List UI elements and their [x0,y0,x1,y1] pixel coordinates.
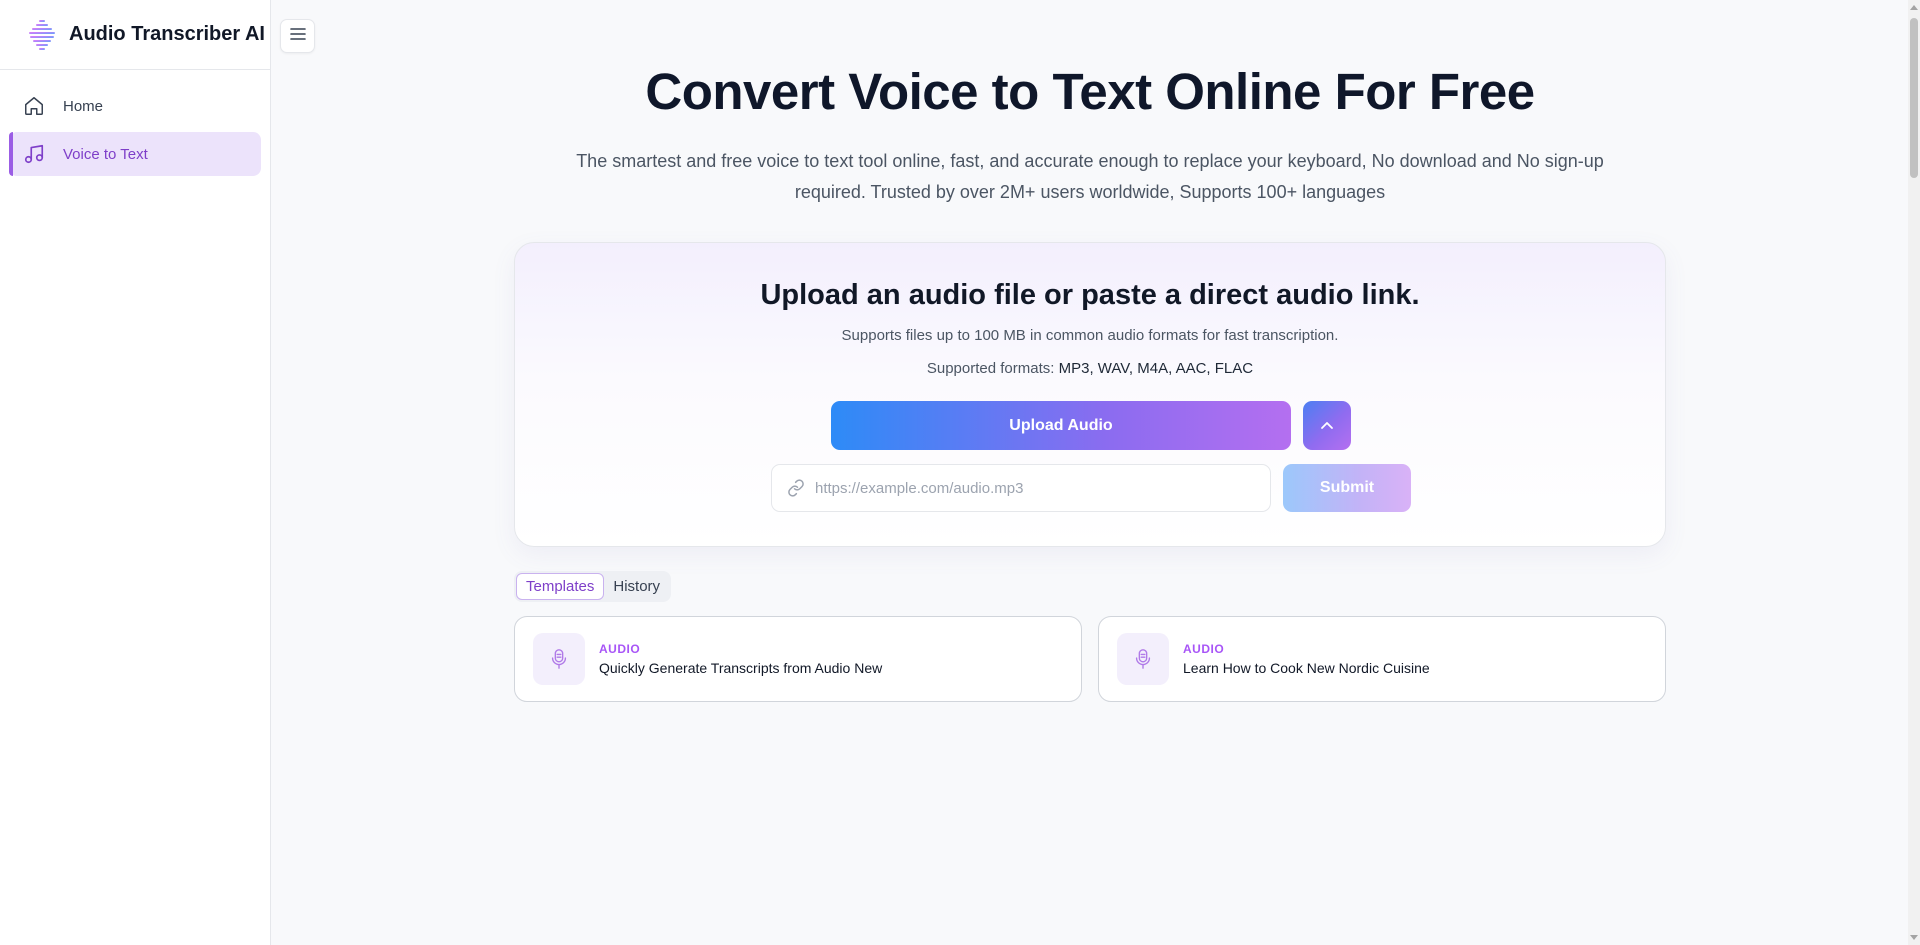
sidebar-item-voice-to-text[interactable]: Voice to Text [9,132,261,176]
upload-card: Upload an audio file or paste a direct a… [514,242,1666,547]
template-card[interactable]: AUDIO Quickly Generate Transcripts from … [514,616,1082,702]
music-note-icon [22,142,46,166]
page-title: Convert Voice to Text Online For Free [645,63,1535,120]
template-card[interactable]: AUDIO Learn How to Cook New Nordic Cuisi… [1098,616,1666,702]
home-icon [22,94,46,118]
submit-button[interactable]: Submit [1283,464,1411,512]
template-title: Learn How to Cook New Nordic Cuisine [1183,660,1430,676]
formats-list: MP3, WAV, M4A, AAC, FLAC [1058,360,1254,377]
scroll-down-arrow-icon[interactable] [1910,935,1918,940]
page-subtitle: The smartest and free voice to text tool… [576,151,1604,202]
sidebar-nav: Home Voice to Text [0,70,270,176]
tab-bar: Templates History [514,571,672,602]
sidebar: Audio Transcriber AI Home Voice to Text [0,0,271,945]
template-text: AUDIO Learn How to Cook New Nordic Cuisi… [1183,642,1430,676]
waveform-logo-icon [27,18,59,52]
tab-templates[interactable]: Templates [516,573,605,600]
sidebar-item-home[interactable]: Home [9,84,261,128]
formats-label: Supported formats: [926,360,1055,377]
audio-url-field[interactable] [771,464,1271,512]
template-title: Quickly Generate Transcripts from Audio … [599,660,883,676]
template-text: AUDIO Quickly Generate Transcripts from … [599,642,882,676]
upload-card-title: Upload an audio file or paste a direct a… [760,279,1420,311]
chevron-up-icon [1320,417,1334,435]
scroll-thumb[interactable] [1910,18,1918,178]
microphone-icon [533,633,585,685]
brand-name: Audio Transcriber AI [69,23,265,45]
sidebar-item-label: Voice to Text [63,145,148,163]
scroll-up-arrow-icon[interactable] [1910,5,1918,10]
brand[interactable]: Audio Transcriber AI [0,0,270,70]
supported-formats: Supported formats: MP3, WAV, M4A, AAC, F… [515,360,1665,377]
vertical-scrollbar[interactable] [1908,0,1920,945]
upload-card-description: Supports files up to 100 MB in common au… [841,327,1339,344]
expand-options-button[interactable] [1303,401,1351,450]
microphone-icon [1117,633,1169,685]
sidebar-item-label: Home [63,97,104,115]
audio-url-input[interactable] [815,479,1255,497]
tab-history[interactable]: History [604,573,669,600]
link-icon [787,479,805,497]
upload-audio-button[interactable]: Upload Audio [831,401,1291,450]
template-tag: AUDIO [599,642,641,656]
template-tag: AUDIO [1183,642,1225,656]
main-content: Convert Voice to Text Online For Free Th… [272,0,1908,945]
